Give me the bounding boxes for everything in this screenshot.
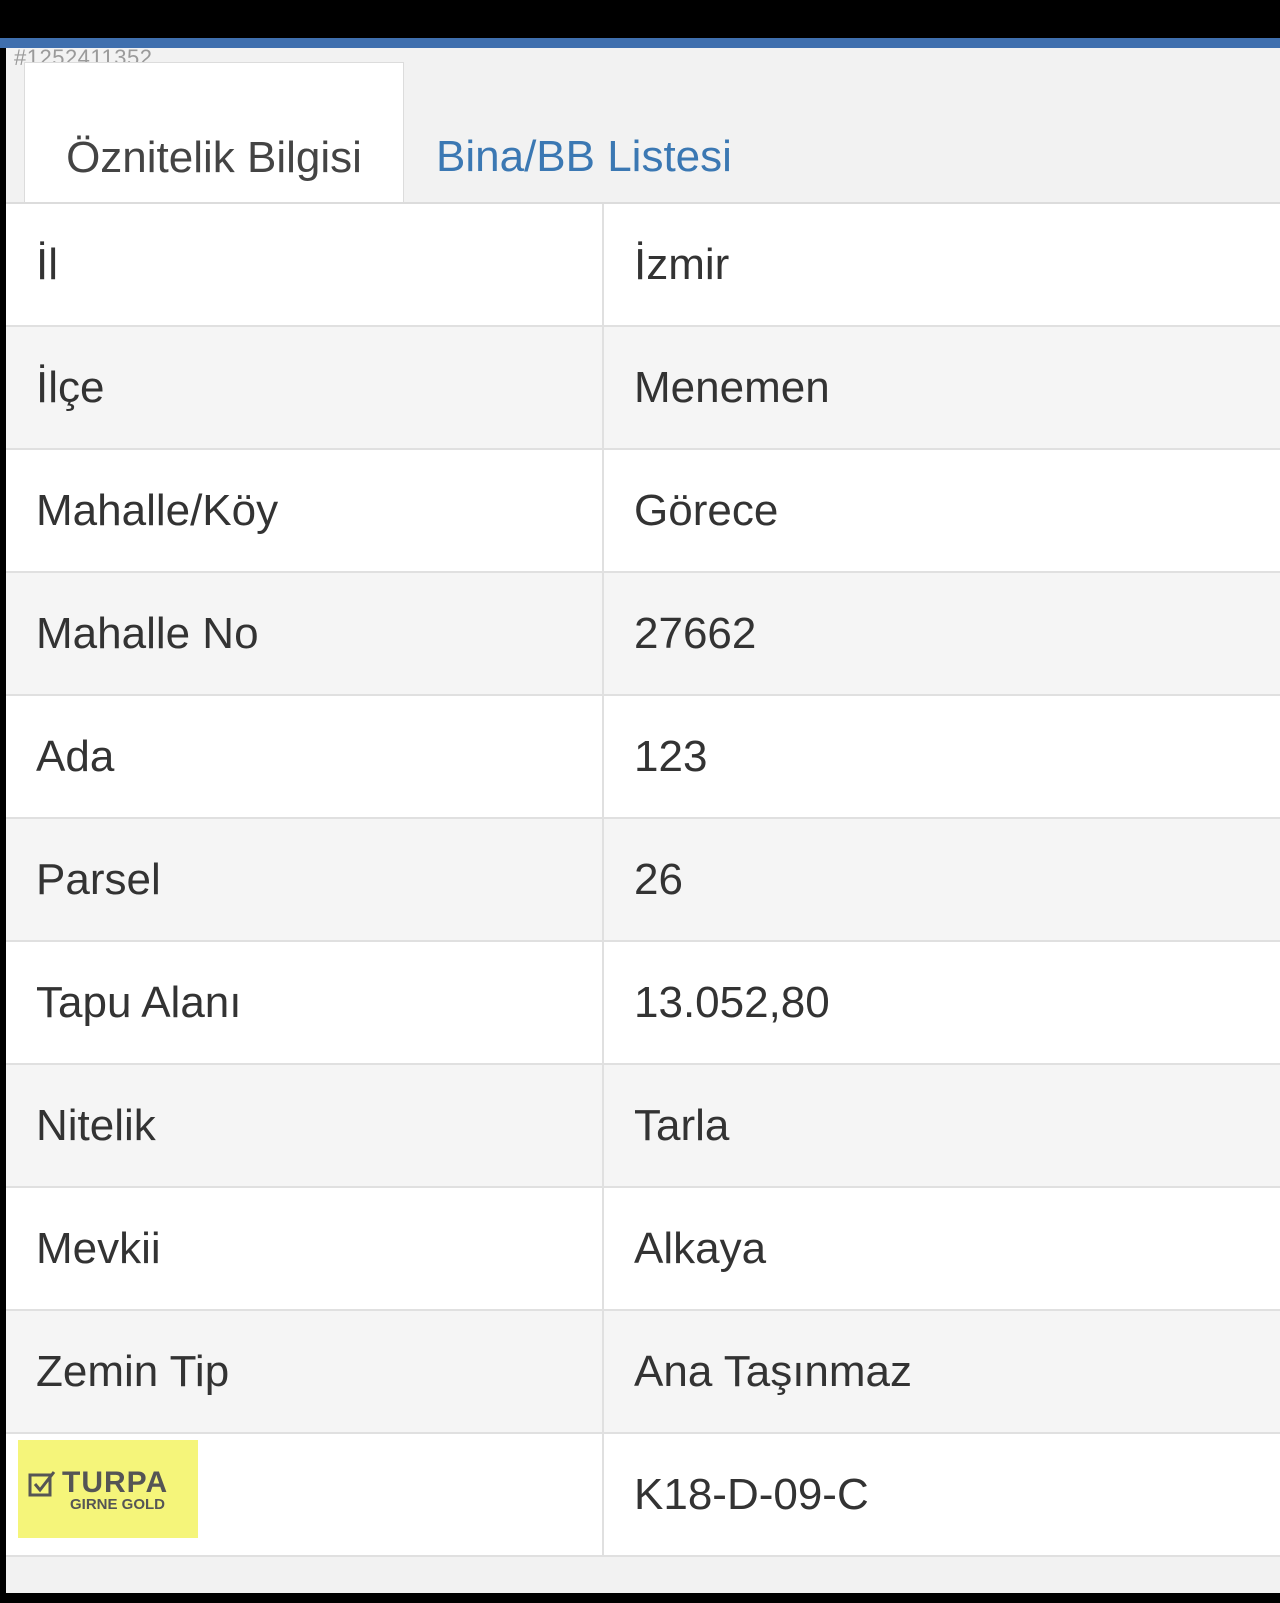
table-row: Mevkii Alkaya xyxy=(6,1188,1280,1311)
top-edge xyxy=(0,0,1280,38)
row-value: K18-D-09-C xyxy=(634,1469,869,1519)
row-value: Alkaya xyxy=(634,1223,767,1273)
row-key: Ada xyxy=(6,696,604,817)
row-key: Nitelik xyxy=(6,1065,604,1186)
row-key: Tapu Alanı xyxy=(6,942,604,1063)
bottom-edge xyxy=(0,1593,1280,1603)
watermark-top: TURPA xyxy=(28,1466,198,1500)
row-key: İl xyxy=(6,204,604,325)
row-key: Mahalle No xyxy=(6,573,604,694)
row-value: Ana Taşınmaz xyxy=(634,1346,913,1396)
table-row: Mahalle/Köy Görece xyxy=(6,450,1280,573)
row-value: 27662 xyxy=(634,608,757,658)
row-key: TURPA GIRNE GOLD xyxy=(6,1434,604,1555)
row-value: Menemen xyxy=(634,362,830,412)
attribute-panel: #1252411352 Öznitelik Bilgisi Bina/BB Li… xyxy=(6,48,1280,1593)
checkbox-icon xyxy=(28,1470,56,1496)
table-row: İl İzmir xyxy=(6,204,1280,327)
table-row: Nitelik Tarla xyxy=(6,1065,1280,1188)
row-value: 13.052,80 xyxy=(634,977,830,1027)
row-value: Görece xyxy=(634,485,779,535)
table-row: Parsel 26 xyxy=(6,819,1280,942)
table-row: TURPA GIRNE GOLD K18-D-09-C xyxy=(6,1434,1280,1557)
watermark-logo: TURPA GIRNE GOLD xyxy=(18,1440,198,1538)
table-row: Mahalle No 27662 xyxy=(6,573,1280,696)
row-value: 26 xyxy=(634,854,683,904)
table-row: İlçe Menemen xyxy=(6,327,1280,450)
header-bar xyxy=(0,38,1280,48)
table-row: Ada 123 xyxy=(6,696,1280,819)
row-value: İzmir xyxy=(634,239,730,289)
table-row: Zemin Tip Ana Taşınmaz xyxy=(6,1311,1280,1434)
tab-label: Öznitelik Bilgisi xyxy=(66,132,362,182)
table-row: Tapu Alanı 13.052,80 xyxy=(6,942,1280,1065)
row-value: Tarla xyxy=(634,1100,730,1150)
row-value: 123 xyxy=(634,731,708,781)
row-key: Zemin Tip xyxy=(6,1311,604,1432)
row-key: Parsel xyxy=(6,819,604,940)
row-key: İlçe xyxy=(6,327,604,448)
attribute-table: İl İzmir İlçe Menemen Mahalle/Köy Görece… xyxy=(6,202,1280,1557)
row-key: Mahalle/Köy xyxy=(6,450,604,571)
tab-label: Bina/BB Listesi xyxy=(436,132,732,181)
watermark-brand: TURPA xyxy=(62,1465,169,1499)
watermark-subtitle: GIRNE GOLD xyxy=(70,1495,166,1513)
row-key: Mevkii xyxy=(6,1188,604,1309)
